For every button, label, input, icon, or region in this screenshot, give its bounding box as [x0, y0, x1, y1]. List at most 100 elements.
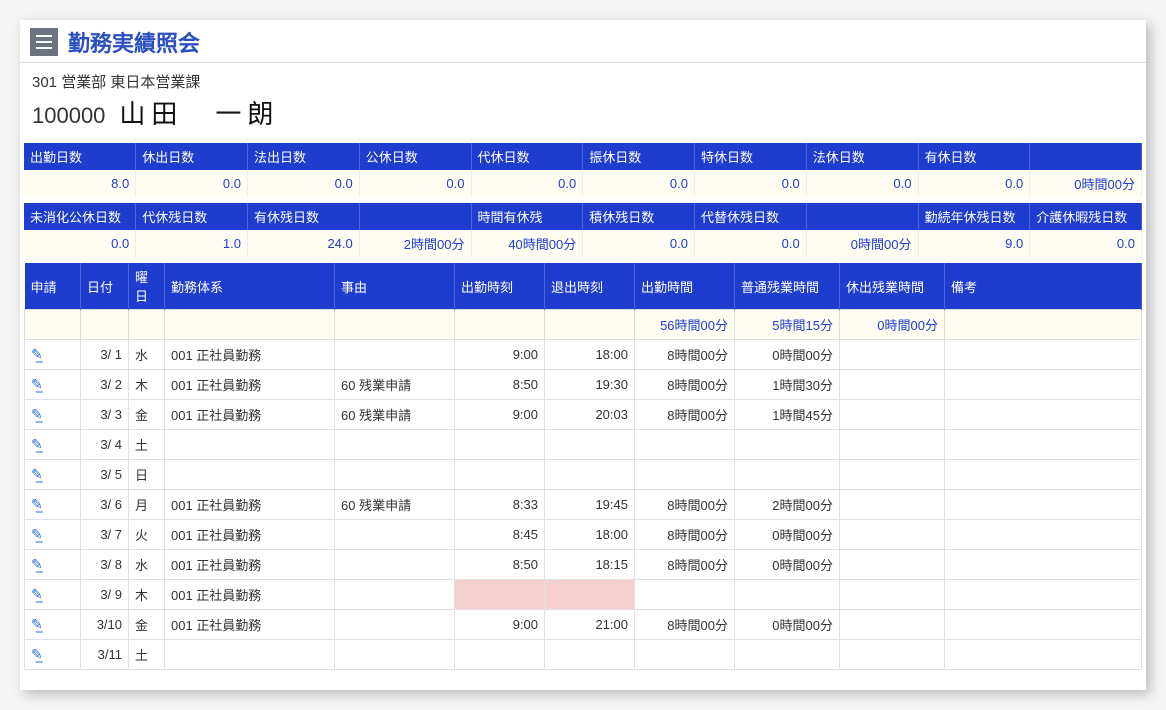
- overtime-cell: [735, 580, 840, 610]
- work-type-cell: 001 正社員勤務: [165, 370, 335, 400]
- overtime-cell: 2時間00分: [735, 490, 840, 520]
- summary1-header: 公休日数: [359, 143, 471, 170]
- date-cell: 3/ 7: [81, 520, 129, 550]
- detail-header: 事由: [335, 263, 455, 310]
- work-type-cell: 001 正社員勤務: [165, 400, 335, 430]
- edit-icon[interactable]: ✎̲: [31, 376, 43, 393]
- work-type-cell: 001 正社員勤務: [165, 550, 335, 580]
- clock-out-cell: 19:45: [545, 490, 635, 520]
- total-blank: [545, 310, 635, 340]
- summary2-value: 0.0: [24, 230, 136, 257]
- edit-icon[interactable]: ✎̲: [31, 466, 43, 483]
- table-row: ✎̲3/ 4土: [25, 430, 1142, 460]
- edit-icon[interactable]: ✎̲: [31, 406, 43, 423]
- total-blank: [129, 310, 165, 340]
- date-cell: 3/ 5: [81, 460, 129, 490]
- work-hours-cell: 8時間00分: [635, 520, 735, 550]
- reason-cell: 60 残業申請: [335, 490, 455, 520]
- total-holiday-ot: 0時間00分: [840, 310, 945, 340]
- summary1-value: 0.0: [359, 170, 471, 197]
- department-label: 301 営業部 東日本営業課: [20, 63, 1146, 94]
- clock-out-cell: 20:03: [545, 400, 635, 430]
- edit-icon[interactable]: ✎̲: [31, 526, 43, 543]
- holiday-ot-cell: [840, 400, 945, 430]
- clock-in-cell: [455, 430, 545, 460]
- edit-icon[interactable]: ✎̲: [31, 616, 43, 633]
- summary2-value: 24.0: [248, 230, 360, 257]
- clock-in-cell: 8:45: [455, 520, 545, 550]
- summary2-header: 時間有休残: [471, 203, 583, 230]
- reason-cell: [335, 550, 455, 580]
- clock-out-cell: 19:30: [545, 370, 635, 400]
- dow-cell: 土: [129, 640, 165, 670]
- edit-icon[interactable]: ✎̲: [31, 556, 43, 573]
- total-blank: [335, 310, 455, 340]
- clock-out-cell: 21:00: [545, 610, 635, 640]
- dow-cell: 月: [129, 490, 165, 520]
- work-type-cell: [165, 640, 335, 670]
- apply-cell: ✎̲: [25, 400, 81, 430]
- hamburger-icon[interactable]: [30, 28, 58, 56]
- remarks-cell: [945, 580, 1142, 610]
- summary2-header: [806, 203, 918, 230]
- work-type-cell: 001 正社員勤務: [165, 520, 335, 550]
- work-hours-cell: 8時間00分: [635, 370, 735, 400]
- reason-cell: [335, 340, 455, 370]
- remarks-cell: [945, 550, 1142, 580]
- summary1-value: 0.0: [248, 170, 360, 197]
- summary1-header: 休出日数: [136, 143, 248, 170]
- table-row: ✎̲3/ 8水001 正社員勤務8:5018:158時間00分0時間00分: [25, 550, 1142, 580]
- edit-icon[interactable]: ✎̲: [31, 436, 43, 453]
- reason-cell: [335, 430, 455, 460]
- detail-header: 普通残業時間: [735, 263, 840, 310]
- edit-icon[interactable]: ✎̲: [31, 586, 43, 603]
- remarks-cell: [945, 400, 1142, 430]
- holiday-ot-cell: [840, 580, 945, 610]
- work-hours-cell: 8時間00分: [635, 610, 735, 640]
- page-title: 勤務実績照会: [68, 26, 200, 58]
- date-cell: 3/10: [81, 610, 129, 640]
- overtime-cell: [735, 430, 840, 460]
- apply-cell: ✎̲: [25, 550, 81, 580]
- apply-cell: ✎̲: [25, 640, 81, 670]
- date-cell: 3/ 3: [81, 400, 129, 430]
- summary2-value: 1.0: [136, 230, 248, 257]
- summary1-header: 特休日数: [695, 143, 807, 170]
- detail-totals-row: 56時間00分5時間15分0時間00分: [25, 310, 1142, 340]
- dow-cell: 木: [129, 580, 165, 610]
- overtime-cell: [735, 460, 840, 490]
- detail-header: 備考: [945, 263, 1142, 310]
- apply-cell: ✎̲: [25, 460, 81, 490]
- edit-icon[interactable]: ✎̲: [31, 646, 43, 663]
- apply-cell: ✎̲: [25, 610, 81, 640]
- work-hours-cell: 8時間00分: [635, 400, 735, 430]
- detail-header: 出勤時間: [635, 263, 735, 310]
- detail-header: 退出時刻: [545, 263, 635, 310]
- summary1-value: 0.0: [583, 170, 695, 197]
- detail-header: 曜日: [129, 263, 165, 310]
- remarks-cell: [945, 490, 1142, 520]
- summary1-value: 0.0: [136, 170, 248, 197]
- work-type-cell: 001 正社員勤務: [165, 490, 335, 520]
- edit-icon[interactable]: ✎̲: [31, 496, 43, 513]
- reason-cell: [335, 610, 455, 640]
- detail-header: 休出残業時間: [840, 263, 945, 310]
- dow-cell: 火: [129, 520, 165, 550]
- summary2-value: 2時間00分: [359, 230, 471, 257]
- summary2-header: 未消化公休日数: [24, 203, 136, 230]
- remarks-cell: [945, 640, 1142, 670]
- dow-cell: 金: [129, 610, 165, 640]
- edit-icon[interactable]: ✎̲: [31, 346, 43, 363]
- work-hours-cell: 8時間00分: [635, 340, 735, 370]
- summary1-header: 出勤日数: [24, 143, 136, 170]
- detail-header: 日付: [81, 263, 129, 310]
- work-hours-cell: [635, 580, 735, 610]
- apply-cell: ✎̲: [25, 490, 81, 520]
- header-bar: 勤務実績照会: [20, 20, 1146, 63]
- work-hours-cell: [635, 640, 735, 670]
- date-cell: 3/ 2: [81, 370, 129, 400]
- work-hours-cell: 8時間00分: [635, 550, 735, 580]
- summary1-value: 0時間00分: [1030, 170, 1142, 197]
- clock-in-cell: 9:00: [455, 610, 545, 640]
- table-row: ✎̲3/ 5日: [25, 460, 1142, 490]
